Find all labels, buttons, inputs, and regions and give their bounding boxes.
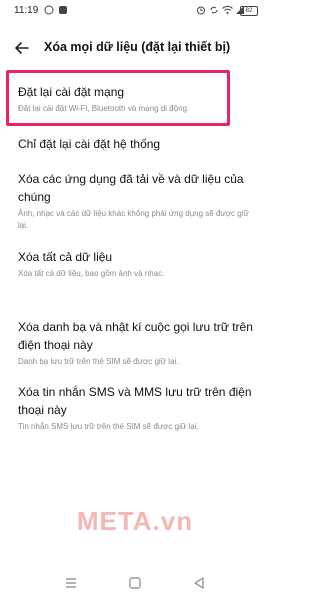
home-icon[interactable]	[126, 574, 144, 592]
erase-sms-mms-item[interactable]: Xóa tin nhắn SMS và MMS lưu trữ trên điệ…	[18, 383, 253, 433]
status-time: 11:19	[14, 5, 39, 16]
battery-indicator: 82	[240, 6, 258, 16]
status-bar: 11:19 82	[0, 0, 270, 24]
item-description: Đặt lại cài đặt Wi-Fi, Bluetooth và mạng…	[18, 104, 190, 113]
sync-icon	[210, 6, 218, 14]
messenger-icon	[44, 5, 54, 15]
item-title: Đặt lại cài đặt mạng	[18, 85, 125, 99]
back-nav-icon[interactable]	[190, 574, 208, 592]
erase-downloaded-apps-item[interactable]: Xóa các ứng dụng đã tải về và dữ liệu củ…	[18, 170, 253, 232]
item-description: Tin nhắn SMS lưu trữ trên thẻ SIM sẽ đượ…	[18, 422, 199, 431]
app-notification-icon	[59, 6, 67, 14]
wifi-icon	[222, 5, 233, 14]
back-arrow-icon[interactable]	[12, 38, 32, 58]
meta-watermark: META.vn	[76, 506, 194, 536]
alarm-icon	[197, 6, 205, 15]
erase-contacts-call-log-item[interactable]: Xóa danh bạ và nhật kí cuộc gọi lưu trữ …	[18, 318, 253, 368]
erase-all-data-item[interactable]: Xóa tất cả dữ liệu Xóa tất cả dữ liệu, b…	[18, 248, 253, 280]
menu-icon[interactable]	[62, 574, 80, 592]
item-title: Xóa danh bạ và nhật kí cuộc gọi lưu trữ …	[18, 320, 253, 352]
reset-system-settings-item[interactable]: Chỉ đặt lại cài đặt hệ thống	[18, 135, 253, 153]
system-nav-bar	[0, 568, 270, 600]
item-description: Xóa tất cả dữ liệu, bao gồm ảnh và nhạc.	[18, 269, 165, 278]
item-description: Danh bạ lưu trữ trên thẻ SIM sẽ được giữ…	[18, 357, 179, 366]
item-title: Xóa tin nhắn SMS và MMS lưu trữ trên điệ…	[18, 385, 252, 417]
item-title: Xóa tất cả dữ liệu	[18, 250, 113, 264]
item-description: Ảnh, nhạc và các dữ liệu khác không phải…	[18, 209, 249, 230]
item-title: Xóa các ứng dụng đã tải về và dữ liệu củ…	[18, 172, 244, 204]
top-app-bar: Xóa mọi dữ liệu (đặt lại thiết bị)	[0, 34, 270, 62]
item-title: Chỉ đặt lại cài đặt hệ thống	[18, 137, 161, 151]
reset-network-settings-item[interactable]: Đặt lại cài đặt mạng Đặt lại cài đặt Wi-…	[18, 83, 253, 115]
page-title: Xóa mọi dữ liệu (đặt lại thiết bị)	[44, 40, 231, 54]
